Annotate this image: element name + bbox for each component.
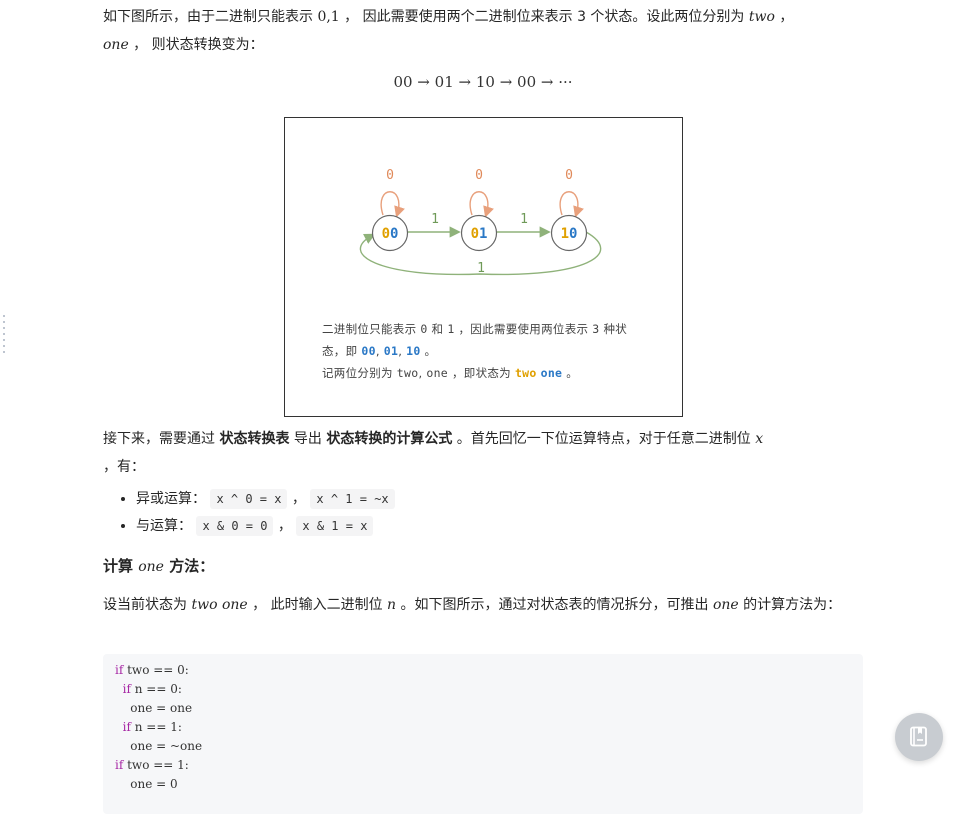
math-bits: 0,1 [317, 9, 340, 25]
list-item-and: 与运算： x & 0 = 0 ， x & 1 = x [136, 513, 863, 540]
state-label-10: 10 [561, 226, 578, 242]
edge-label-01-10: 1 [520, 212, 528, 227]
text: ， 则状态转换变为： [128, 37, 264, 53]
state-label-00: 00 [382, 226, 399, 242]
compute-one-paragraph: 设当前状态为 two one ， 此时输入二进制位 n 。如下图所示，通过对状态… [103, 597, 842, 613]
math-x: x [755, 431, 764, 447]
state-label-01: 01 [471, 226, 488, 242]
caption-line-3: 记两位分别为 two, one ，即状态为 two one 。 [322, 366, 579, 380]
bold-formula: 状态转换的计算公式 [326, 431, 453, 447]
loop-label-10: 0 [565, 168, 573, 183]
edge-label-10-00: 1 [477, 261, 485, 276]
math-one: one [103, 37, 129, 53]
code-block[interactable]: if two == 0: if n == 0: one = one if n =… [103, 654, 863, 814]
self-loop-00 [380, 191, 405, 218]
inline-code: x ^ 1 = ~x [310, 489, 395, 509]
state-diagram: 0 0 0 1 1 1 00 01 10 [359, 168, 602, 276]
drag-handle-dots[interactable] [3, 315, 7, 357]
caption-line-1: 二进制位只能表示 0 和 1 ，因此需要使用两位表示 3 种状 [322, 322, 628, 336]
notebook-icon [910, 726, 927, 747]
loop-label-01: 0 [475, 168, 483, 183]
bold-state-table: 状态转换表 [219, 431, 290, 447]
intro-paragraph: 如下图所示，由于二进制只能表示 0,1 ， 因此需要使用两个二进制位来表示 3 … [103, 3, 863, 59]
self-loop-10 [559, 191, 584, 218]
section-heading: 计算 one 方法： [103, 557, 215, 575]
text: ， [774, 9, 794, 25]
self-loop-01 [469, 191, 494, 218]
loop-label-00: 0 [386, 168, 394, 183]
figure-caption: 二进制位只能表示 0 和 1 ，因此需要使用两位表示 3 种状 态，即 00, … [322, 318, 662, 384]
inline-code: x ^ 0 = x [210, 489, 288, 509]
bitwise-intro-paragraph: 接下来，需要通过 状态转换表 导出 状态转换的计算公式 。首先回忆一下位运算特点… [103, 431, 764, 475]
state-diagram-figure: 0 0 0 1 1 1 00 01 10 二进制位只能表示 0 和 1 ，因此需… [284, 117, 683, 417]
caption-line-2: 态，即 00, 01, 10 。 [322, 344, 437, 358]
list-item-xor: 异或运算： x ^ 0 = x ， x ^ 1 = ~x [136, 486, 863, 513]
math-two: two [748, 9, 775, 25]
edge-label-00-01: 1 [431, 212, 439, 227]
inline-code: x & 1 = x [296, 516, 374, 536]
inline-code: x & 0 = 0 [196, 516, 274, 536]
notebook-button[interactable] [895, 713, 943, 761]
text: 如下图所示，由于二进制只能表示 [103, 9, 318, 25]
state-sequence-formula: 00 → 01 → 10 → 00 → ··· [393, 73, 573, 91]
bitwise-list: 异或运算： x ^ 0 = x ， x ^ 1 = ~x 与运算： x & 0 … [103, 486, 863, 540]
text: ， 因此需要使用两个二进制位来表示 3 个状态。设此两位分别为 [339, 9, 749, 25]
